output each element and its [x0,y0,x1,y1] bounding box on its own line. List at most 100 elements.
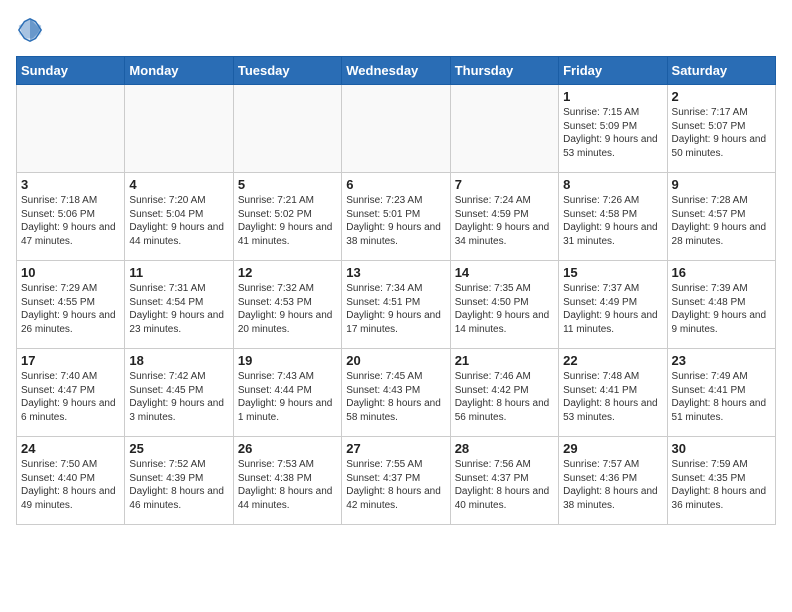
calendar-cell: 6 Sunrise: 7:23 AM Sunset: 5:01 PM Daylig… [342,173,450,261]
day-info: Sunrise: 7:43 AM Sunset: 4:44 PM Dayligh… [238,370,337,424]
calendar-cell: 28 Sunrise: 7:56 AM Sunset: 4:37 PM Dayli… [450,437,558,525]
calendar-cell [342,85,450,173]
calendar-cell: 1 Sunrise: 7:15 AM Sunset: 5:09 PM Daylig… [559,85,667,173]
calendar-cell: 30Sunrise: 7:59 AM Sunset: 4:35 PM Dayli… [667,437,775,525]
calendar-cell: 24 Sunrise: 7:50 AM Sunset: 4:40 PM Dayli… [17,437,125,525]
day-info: Sunrise: 7:56 AM Sunset: 4:37 PM Dayligh… [455,458,554,512]
day-info: Sunrise: 7:40 AM Sunset: 4:47 PM Dayligh… [21,370,120,424]
calendar-cell: 18 Sunrise: 7:42 AM Sunset: 4:45 PM Dayli… [125,349,233,437]
calendar-cell [450,85,558,173]
day-of-week-header: Friday [559,57,667,85]
page-header [16,16,776,44]
calendar-cell: 2 Sunrise: 7:17 AM Sunset: 5:07 PM Daylig… [667,85,775,173]
day-number: 6 [346,177,445,192]
day-info: Sunrise: 7:21 AM Sunset: 5:02 PM Dayligh… [238,194,337,248]
day-of-week-header: Tuesday [233,57,341,85]
day-info: Sunrise: 7:48 AM Sunset: 4:41 PM Dayligh… [563,370,662,424]
day-number: 22 [563,353,662,368]
day-info: Sunrise: 7:49 AM Sunset: 4:41 PM Dayligh… [672,370,771,424]
calendar-cell: 23 Sunrise: 7:49 AM Sunset: 4:41 PM Dayli… [667,349,775,437]
day-number: 1 [563,89,662,104]
day-number: 19 [238,353,337,368]
day-number: 18 [129,353,228,368]
day-of-week-header: Thursday [450,57,558,85]
day-number: 10 [21,265,120,280]
calendar-week-row: 3 Sunrise: 7:18 AM Sunset: 5:06 PM Daylig… [17,173,776,261]
day-number: 5 [238,177,337,192]
calendar-cell: 7Sunrise: 7:24 AM Sunset: 4:59 PM Daylig… [450,173,558,261]
calendar-cell: 19 Sunrise: 7:43 AM Sunset: 4:44 PM Dayli… [233,349,341,437]
calendar-week-row: 24 Sunrise: 7:50 AM Sunset: 4:40 PM Dayli… [17,437,776,525]
day-info: Sunrise: 7:53 AM Sunset: 4:38 PM Dayligh… [238,458,337,512]
calendar-week-row: 17 Sunrise: 7:40 AM Sunset: 4:47 PM Dayli… [17,349,776,437]
day-number: 28 [455,441,554,456]
day-info: Sunrise: 7:50 AM Sunset: 4:40 PM Dayligh… [21,458,120,512]
day-info: Sunrise: 7:46 AM Sunset: 4:42 PM Dayligh… [455,370,554,424]
day-info: Sunrise: 7:24 AM Sunset: 4:59 PM Dayligh… [455,194,554,248]
day-number: 13 [346,265,445,280]
day-number: 3 [21,177,120,192]
day-number: 23 [672,353,771,368]
day-number: 29 [563,441,662,456]
day-number: 16 [672,265,771,280]
day-info: Sunrise: 7:17 AM Sunset: 5:07 PM Dayligh… [672,106,771,160]
calendar-cell: 4 Sunrise: 7:20 AM Sunset: 5:04 PM Daylig… [125,173,233,261]
day-number: 26 [238,441,337,456]
day-number: 2 [672,89,771,104]
calendar-cell: 25 Sunrise: 7:52 AM Sunset: 4:39 PM Dayli… [125,437,233,525]
day-of-week-header: Monday [125,57,233,85]
day-number: 21 [455,353,554,368]
calendar-cell: 16 Sunrise: 7:39 AM Sunset: 4:48 PM Dayli… [667,261,775,349]
calendar-table: SundayMondayTuesdayWednesdayThursdayFrid… [16,56,776,525]
day-info: Sunrise: 7:23 AM Sunset: 5:01 PM Dayligh… [346,194,445,248]
calendar-cell: 10 Sunrise: 7:29 AM Sunset: 4:55 PM Dayli… [17,261,125,349]
day-info: Sunrise: 7:52 AM Sunset: 4:39 PM Dayligh… [129,458,228,512]
calendar-cell: 9 Sunrise: 7:28 AM Sunset: 4:57 PM Daylig… [667,173,775,261]
calendar-cell: 20Sunrise: 7:45 AM Sunset: 4:43 PM Dayli… [342,349,450,437]
day-number: 15 [563,265,662,280]
calendar-cell: 3 Sunrise: 7:18 AM Sunset: 5:06 PM Daylig… [17,173,125,261]
day-info: Sunrise: 7:18 AM Sunset: 5:06 PM Dayligh… [21,194,120,248]
calendar-cell: 8 Sunrise: 7:26 AM Sunset: 4:58 PM Daylig… [559,173,667,261]
day-info: Sunrise: 7:29 AM Sunset: 4:55 PM Dayligh… [21,282,120,336]
day-info: Sunrise: 7:42 AM Sunset: 4:45 PM Dayligh… [129,370,228,424]
calendar-cell [17,85,125,173]
day-number: 9 [672,177,771,192]
day-number: 27 [346,441,445,456]
calendar-cell: 17 Sunrise: 7:40 AM Sunset: 4:47 PM Dayli… [17,349,125,437]
day-info: Sunrise: 7:45 AM Sunset: 4:43 PM Dayligh… [346,370,445,424]
day-info: Sunrise: 7:28 AM Sunset: 4:57 PM Dayligh… [672,194,771,248]
calendar-cell [125,85,233,173]
day-info: Sunrise: 7:20 AM Sunset: 5:04 PM Dayligh… [129,194,228,248]
day-info: Sunrise: 7:15 AM Sunset: 5:09 PM Dayligh… [563,106,662,160]
calendar-cell: 14 Sunrise: 7:35 AM Sunset: 4:50 PM Dayli… [450,261,558,349]
day-info: Sunrise: 7:57 AM Sunset: 4:36 PM Dayligh… [563,458,662,512]
day-number: 11 [129,265,228,280]
calendar-cell: 27 Sunrise: 7:55 AM Sunset: 4:37 PM Dayli… [342,437,450,525]
day-of-week-header: Sunday [17,57,125,85]
day-info: Sunrise: 7:35 AM Sunset: 4:50 PM Dayligh… [455,282,554,336]
day-info: Sunrise: 7:26 AM Sunset: 4:58 PM Dayligh… [563,194,662,248]
logo-icon [16,16,44,44]
day-number: 4 [129,177,228,192]
day-of-week-header: Saturday [667,57,775,85]
day-info: Sunrise: 7:39 AM Sunset: 4:48 PM Dayligh… [672,282,771,336]
calendar-cell: 5 Sunrise: 7:21 AM Sunset: 5:02 PM Daylig… [233,173,341,261]
calendar-cell [233,85,341,173]
day-number: 17 [21,353,120,368]
day-info: Sunrise: 7:31 AM Sunset: 4:54 PM Dayligh… [129,282,228,336]
day-info: Sunrise: 7:32 AM Sunset: 4:53 PM Dayligh… [238,282,337,336]
day-of-week-header: Wednesday [342,57,450,85]
day-number: 8 [563,177,662,192]
day-info: Sunrise: 7:55 AM Sunset: 4:37 PM Dayligh… [346,458,445,512]
day-number: 12 [238,265,337,280]
day-number: 24 [21,441,120,456]
calendar-cell: 26 Sunrise: 7:53 AM Sunset: 4:38 PM Dayli… [233,437,341,525]
day-info: Sunrise: 7:59 AM Sunset: 4:35 PM Dayligh… [672,458,771,512]
calendar-cell: 15Sunrise: 7:37 AM Sunset: 4:49 PM Dayli… [559,261,667,349]
calendar-cell: 22 Sunrise: 7:48 AM Sunset: 4:41 PM Dayli… [559,349,667,437]
day-number: 14 [455,265,554,280]
calendar-cell: 13Sunrise: 7:34 AM Sunset: 4:51 PM Dayli… [342,261,450,349]
day-number: 25 [129,441,228,456]
calendar-cell: 12 Sunrise: 7:32 AM Sunset: 4:53 PM Dayli… [233,261,341,349]
